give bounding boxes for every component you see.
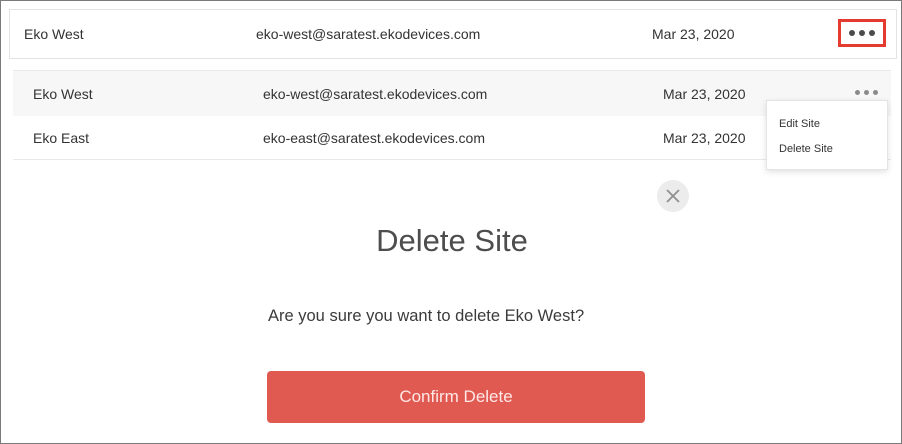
close-icon: [666, 189, 680, 203]
row-actions-menu: Edit Site Delete Site: [766, 100, 888, 170]
site-email: eko-east@saratest.ekodevices.com: [263, 129, 485, 146]
modal-message: Are you sure you want to delete Eko West…: [268, 307, 585, 325]
ellipsis-icon[interactable]: [855, 90, 878, 95]
ellipsis-icon: [849, 30, 875, 36]
site-row-panel: Eko West eko-west@saratest.ekodevices.co…: [9, 9, 897, 59]
table-row[interactable]: Eko East eko-east@saratest.ekodevices.co…: [13, 116, 891, 160]
table-row[interactable]: Eko West eko-west@saratest.ekodevices.co…: [13, 70, 891, 117]
modal-title: Delete Site: [376, 223, 528, 258]
menu-item-delete-site[interactable]: Delete Site: [779, 143, 833, 155]
site-email: eko-west@saratest.ekodevices.com: [263, 85, 488, 102]
confirm-delete-button[interactable]: Confirm Delete: [267, 371, 645, 423]
table-row: Eko West eko-west@saratest.ekodevices.co…: [10, 10, 896, 58]
more-actions-button[interactable]: [838, 19, 886, 47]
site-email: eko-west@saratest.ekodevices.com: [256, 26, 481, 42]
site-date: Mar 23, 2020: [652, 26, 735, 42]
site-date: Mar 23, 2020: [663, 85, 746, 102]
menu-item-edit-site[interactable]: Edit Site: [779, 118, 820, 130]
close-button[interactable]: [657, 180, 689, 212]
site-name: Eko West: [24, 26, 84, 42]
site-date: Mar 23, 2020: [663, 129, 746, 146]
screenshot-frame: Eko West eko-west@saratest.ekodevices.co…: [0, 0, 902, 444]
table-fade: [13, 161, 891, 179]
site-name: Eko East: [33, 129, 90, 146]
site-name: Eko West: [33, 85, 93, 102]
